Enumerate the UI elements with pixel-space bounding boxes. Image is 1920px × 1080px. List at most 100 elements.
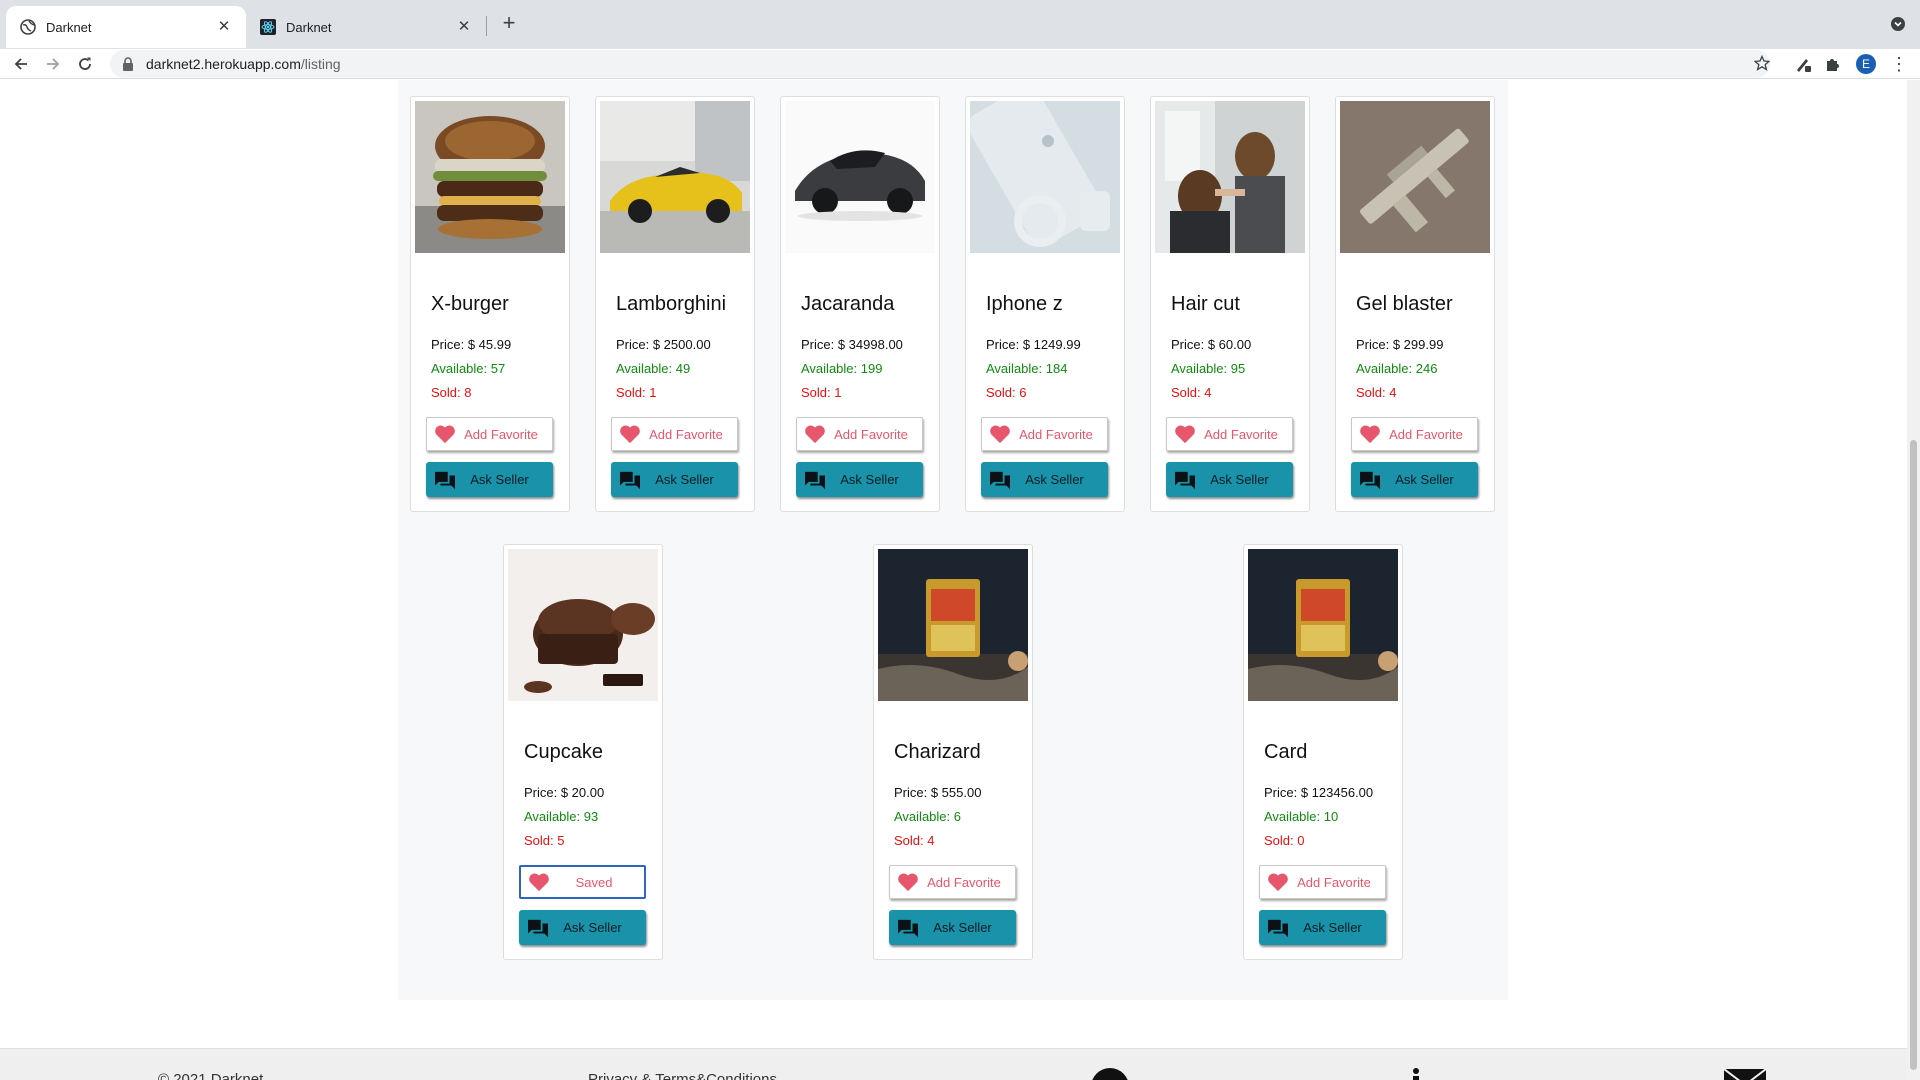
ask-seller-button[interactable]: Ask Seller xyxy=(426,462,553,497)
lock-icon xyxy=(123,57,133,71)
favorite-label: Add Favorite xyxy=(464,426,538,442)
browser-toolbar: darknet2.herokuapp.com/listing E ⋮ xyxy=(0,49,1920,79)
favorite-label: Saved xyxy=(575,874,613,890)
product-available: Available: 57 xyxy=(431,361,506,376)
browser-menu-icon[interactable]: ⋮ xyxy=(1890,54,1908,74)
product-card: Card Price: $ 123456.00 Available: 10 So… xyxy=(1243,544,1403,960)
scrollbar-thumb[interactable] xyxy=(1910,440,1917,1070)
product-sold: Sold: 4 xyxy=(1171,385,1212,400)
product-image xyxy=(415,101,565,253)
extensions-puzzle-icon[interactable] xyxy=(1822,53,1844,75)
product-card: X-burger Price: $ 45.99 Available: 57 So… xyxy=(410,96,570,512)
add-favorite-button[interactable]: Add Favorite xyxy=(1166,417,1293,451)
browser-tab-bar: Darknet ✕ Darknet ✕ + xyxy=(0,0,1920,49)
ask-seller-label: Ask Seller xyxy=(563,920,622,935)
product-available: Available: 199 xyxy=(801,361,883,376)
globe-icon xyxy=(20,19,36,35)
product-name: Lamborghini xyxy=(616,293,727,315)
product-price: Price: $ 123456.00 xyxy=(1264,785,1374,800)
back-icon[interactable] xyxy=(10,53,32,75)
close-tab-icon[interactable]: ✕ xyxy=(456,19,472,35)
product-available: Available: 49 xyxy=(616,361,691,376)
heart-icon xyxy=(990,425,1010,444)
product-name: Jacaranda xyxy=(801,293,895,315)
ask-seller-button[interactable]: Ask Seller xyxy=(889,910,1016,945)
favorite-label: Add Favorite xyxy=(1297,874,1371,890)
privacy-terms-link[interactable]: Privacy & Terms&Conditions xyxy=(588,1071,777,1080)
product-available: Available: 95 xyxy=(1171,361,1246,376)
product-price: Price: $ 1249.99 xyxy=(986,337,1081,352)
forward-icon[interactable] xyxy=(42,53,64,75)
ask-seller-button[interactable]: Ask Seller xyxy=(1351,462,1478,497)
ask-seller-button[interactable]: Ask Seller xyxy=(519,910,646,945)
product-price: Price: $ 45.99 xyxy=(431,337,512,352)
ask-seller-label: Ask Seller xyxy=(470,472,529,487)
product-available: Available: 6 xyxy=(894,809,961,824)
product-sold: Sold: 1 xyxy=(616,385,657,400)
heart-icon xyxy=(1360,425,1380,444)
add-favorite-button[interactable]: Add Favorite xyxy=(981,417,1108,451)
chat-icon xyxy=(805,471,825,489)
ask-seller-button[interactable]: Ask Seller xyxy=(611,462,738,497)
add-favorite-button[interactable]: Add Favorite xyxy=(426,417,553,451)
heart-icon xyxy=(620,425,640,444)
add-favorite-button[interactable]: Add Favorite xyxy=(796,417,923,451)
chat-icon xyxy=(1360,471,1380,489)
product-price: Price: $ 34998.00 xyxy=(801,337,903,352)
product-sold: Sold: 4 xyxy=(1356,385,1397,400)
new-tab-icon[interactable]: + xyxy=(498,12,520,35)
ask-seller-label: Ask Seller xyxy=(1025,472,1084,487)
product-image xyxy=(1340,101,1490,253)
product-card: Charizard Price: $ 555.00 Available: 6 S… xyxy=(873,544,1033,960)
ask-seller-label: Ask Seller xyxy=(1303,920,1362,935)
product-sold: Sold: 1 xyxy=(801,385,842,400)
github-icon[interactable] xyxy=(1090,1067,1130,1080)
ask-seller-button[interactable]: Ask Seller xyxy=(1166,462,1293,497)
chat-icon xyxy=(1268,919,1288,937)
ask-seller-button[interactable]: Ask Seller xyxy=(1259,910,1386,945)
add-favorite-button[interactable]: Add Favorite xyxy=(1259,865,1386,899)
mail-icon[interactable] xyxy=(1724,1067,1766,1080)
close-tab-icon[interactable]: ✕ xyxy=(216,19,232,35)
product-image xyxy=(970,101,1120,253)
chat-icon xyxy=(1175,471,1195,489)
add-favorite-button[interactable]: Add Favorite xyxy=(1351,417,1478,451)
bookmark-star-icon[interactable] xyxy=(1754,55,1770,71)
extension-pen-icon[interactable] xyxy=(1792,53,1814,75)
page-viewport: X-burger Price: $ 45.99 Available: 57 So… xyxy=(0,80,1920,1080)
reload-icon[interactable] xyxy=(74,53,96,75)
heart-icon xyxy=(1175,425,1195,444)
browser-tab-active[interactable]: Darknet ✕ xyxy=(6,6,246,48)
product-card: Iphone z Price: $ 1249.99 Available: 184… xyxy=(965,96,1125,512)
add-favorite-button[interactable]: Add Favorite xyxy=(611,417,738,451)
favorite-label: Add Favorite xyxy=(1204,426,1278,442)
page-scrollbar[interactable] xyxy=(1907,80,1920,1080)
ask-seller-button[interactable]: Ask Seller xyxy=(981,462,1108,497)
heart-icon xyxy=(805,425,825,444)
product-sold: Sold: 6 xyxy=(986,385,1027,400)
linkedin-icon[interactable] xyxy=(1412,1067,1428,1080)
ask-seller-label: Ask Seller xyxy=(655,472,714,487)
ask-seller-label: Ask Seller xyxy=(933,920,992,935)
react-icon xyxy=(260,19,276,35)
product-image xyxy=(1155,101,1305,253)
product-name: Gel blaster xyxy=(1356,293,1453,315)
tab-separator xyxy=(486,16,487,36)
product-card: Jacaranda Price: $ 34998.00 Available: 1… xyxy=(780,96,940,512)
saved-favorite-button[interactable]: Saved xyxy=(519,865,646,899)
ask-seller-button[interactable]: Ask Seller xyxy=(796,462,923,497)
tab-search-icon[interactable] xyxy=(1890,16,1906,32)
ask-seller-label: Ask Seller xyxy=(1395,472,1454,487)
product-price: Price: $ 299.99 xyxy=(1356,337,1444,352)
product-available: Available: 246 xyxy=(1356,361,1438,376)
heart-icon xyxy=(1268,873,1288,892)
product-sold: Sold: 8 xyxy=(431,385,472,400)
product-sold: Sold: 4 xyxy=(894,833,935,848)
browser-tab-inactive[interactable]: Darknet ✕ xyxy=(246,6,486,48)
address-bar[interactable]: darknet2.herokuapp.com/listing xyxy=(110,50,1770,78)
product-name: Iphone z xyxy=(986,293,1063,315)
add-favorite-button[interactable]: Add Favorite xyxy=(889,865,1016,899)
chat-icon xyxy=(620,471,640,489)
profile-avatar[interactable]: E xyxy=(1856,54,1876,74)
product-card: Hair cut Price: $ 60.00 Available: 95 So… xyxy=(1150,96,1310,512)
